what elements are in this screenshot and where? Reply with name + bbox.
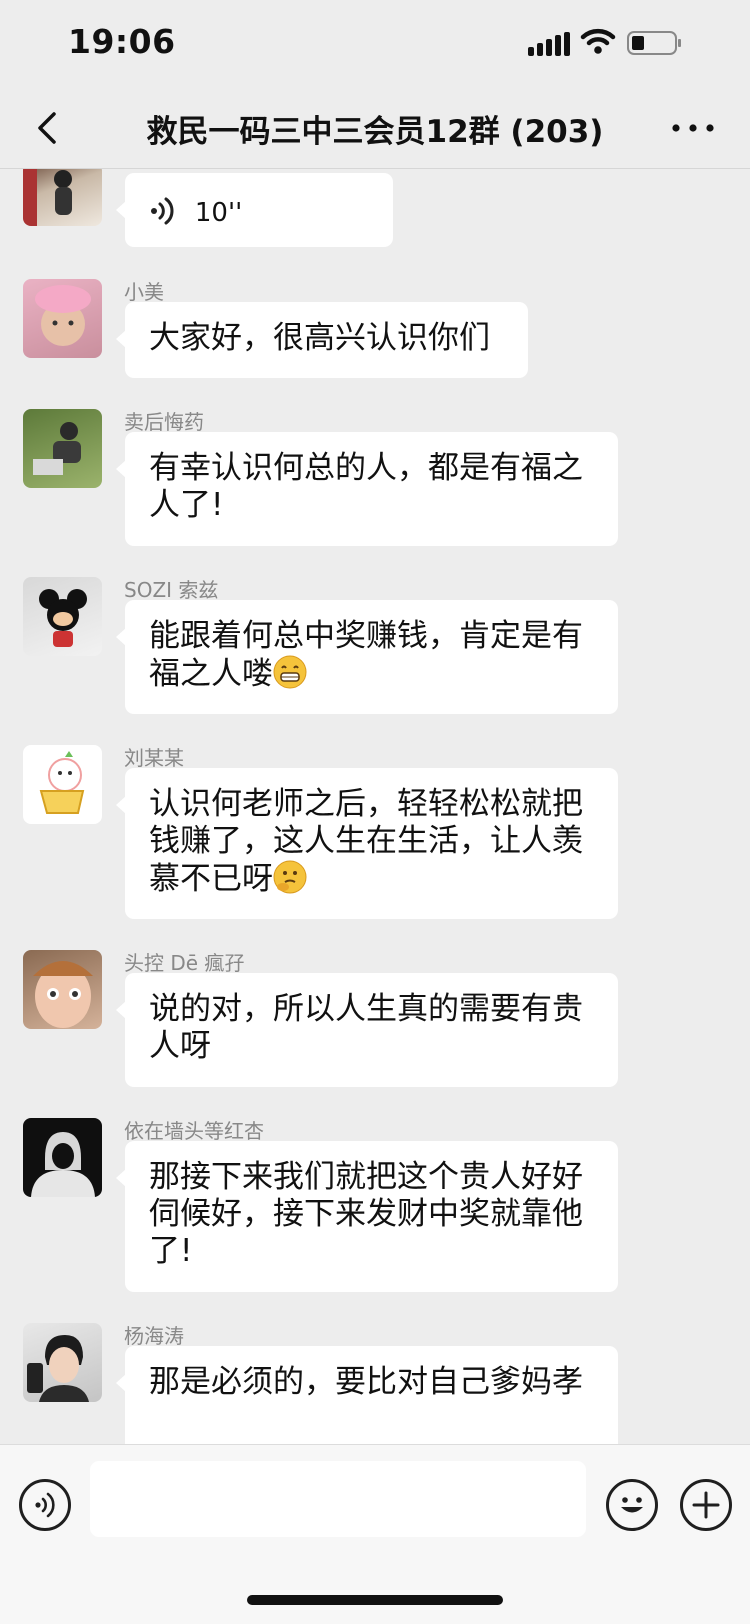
message-bubble[interactable]: 认识何老师之后，轻轻松松就把 钱赚了，这人生在生活，让人羡 慕不已呀 bbox=[116, 768, 618, 919]
home-indicator bbox=[247, 1595, 503, 1605]
sender-name: 小美 bbox=[124, 280, 164, 304]
avatar[interactable] bbox=[23, 409, 102, 488]
avatar[interactable] bbox=[23, 1118, 102, 1197]
sender-name: 卖后悔药 bbox=[124, 410, 204, 434]
avatar[interactable] bbox=[23, 745, 102, 824]
message-text-line: 那是必须的，要比对自己爹妈孝 bbox=[149, 1364, 583, 1400]
voice-wave-icon bbox=[151, 197, 174, 225]
avatar[interactable] bbox=[23, 169, 102, 226]
sender-name: 杨海涛 bbox=[124, 1324, 184, 1348]
message-bubble[interactable]: 大家好，很高兴认识你们 bbox=[116, 302, 528, 378]
grin-emoji-icon bbox=[273, 655, 307, 689]
avatar[interactable] bbox=[23, 950, 102, 1029]
message-text-line: 人呀 bbox=[149, 1028, 211, 1064]
message-text-line: 福之人喽 bbox=[149, 656, 273, 692]
plus-icon bbox=[692, 1491, 720, 1519]
message-bubble[interactable]: 有幸认识何总的人，都是有福之 人了! bbox=[116, 432, 618, 546]
message-bubble[interactable]: 那是必须的，要比对自己爹妈孝 bbox=[116, 1346, 618, 1444]
message-text-line: 伺候好，接下来发财中奖就靠他 bbox=[149, 1196, 583, 1232]
avatar[interactable] bbox=[23, 279, 102, 358]
emoji-button[interactable] bbox=[606, 1479, 658, 1531]
sender-name: 依在墙头等红杏 bbox=[124, 1119, 264, 1143]
voice-wave-icon bbox=[35, 1492, 55, 1518]
message-text-line: 了! bbox=[149, 1233, 193, 1269]
more-options-icon[interactable] bbox=[668, 118, 718, 138]
chat-title: 救民一码三中三会员12群 (203) bbox=[146, 114, 604, 150]
message-text-line: 能跟着何总中奖赚钱，肯定是有 bbox=[149, 618, 583, 654]
input-bar bbox=[0, 1444, 750, 1624]
voice-message-bubble[interactable]: 10'' bbox=[116, 173, 393, 247]
message-list[interactable]: 10'' 小美 大家好，很高兴认识你们 卖后悔药 有幸认识何总的人，都是有福之 … bbox=[0, 169, 750, 1444]
voice-duration: 10'' bbox=[194, 198, 243, 228]
chat-header: 救民一码三中三会员12群 (203) bbox=[0, 88, 750, 169]
avatar[interactable] bbox=[23, 577, 102, 656]
message-text-line: 认识何老师之后，轻轻松松就把 bbox=[149, 786, 583, 822]
message-text-line: 有幸认识何总的人，都是有福之 bbox=[149, 450, 583, 486]
message-text-line: 那接下来我们就把这个贵人好好 bbox=[149, 1159, 583, 1195]
status-bar: 19:06 bbox=[0, 0, 750, 88]
message-input[interactable] bbox=[90, 1461, 586, 1537]
wifi-icon bbox=[580, 28, 616, 54]
message-text-line: 大家好，很高兴认识你们 bbox=[149, 320, 490, 356]
message-text-line: 人了! bbox=[149, 487, 224, 523]
message-text-line: 说的对，所以人生真的需要有贵 bbox=[149, 991, 583, 1027]
message-bubble[interactable]: 能跟着何总中奖赚钱，肯定是有 福之人喽 bbox=[116, 600, 618, 714]
message-text-line: 慕不已呀 bbox=[149, 861, 273, 897]
status-time: 19:06 bbox=[68, 22, 176, 61]
sender-name: 刘某某 bbox=[124, 746, 184, 770]
sender-name: SOZI 索兹 bbox=[124, 578, 219, 602]
voice-input-button[interactable] bbox=[19, 1479, 71, 1531]
message-bubble[interactable]: 说的对，所以人生真的需要有贵 人呀 bbox=[116, 973, 618, 1087]
message-text-line: 钱赚了，这人生在生活，让人羡 bbox=[149, 823, 583, 859]
avatar[interactable] bbox=[23, 1323, 102, 1402]
battery-icon bbox=[627, 31, 681, 55]
sender-name: 头控 Dē 瘋孖 bbox=[124, 951, 245, 975]
smiley-icon bbox=[621, 1497, 643, 1513]
cellular-signal-icon bbox=[528, 32, 570, 56]
thinking-emoji-icon bbox=[273, 860, 307, 894]
message-bubble[interactable]: 那接下来我们就把这个贵人好好 伺候好，接下来发财中奖就靠他 了! bbox=[116, 1141, 618, 1292]
more-actions-button[interactable] bbox=[680, 1479, 732, 1531]
